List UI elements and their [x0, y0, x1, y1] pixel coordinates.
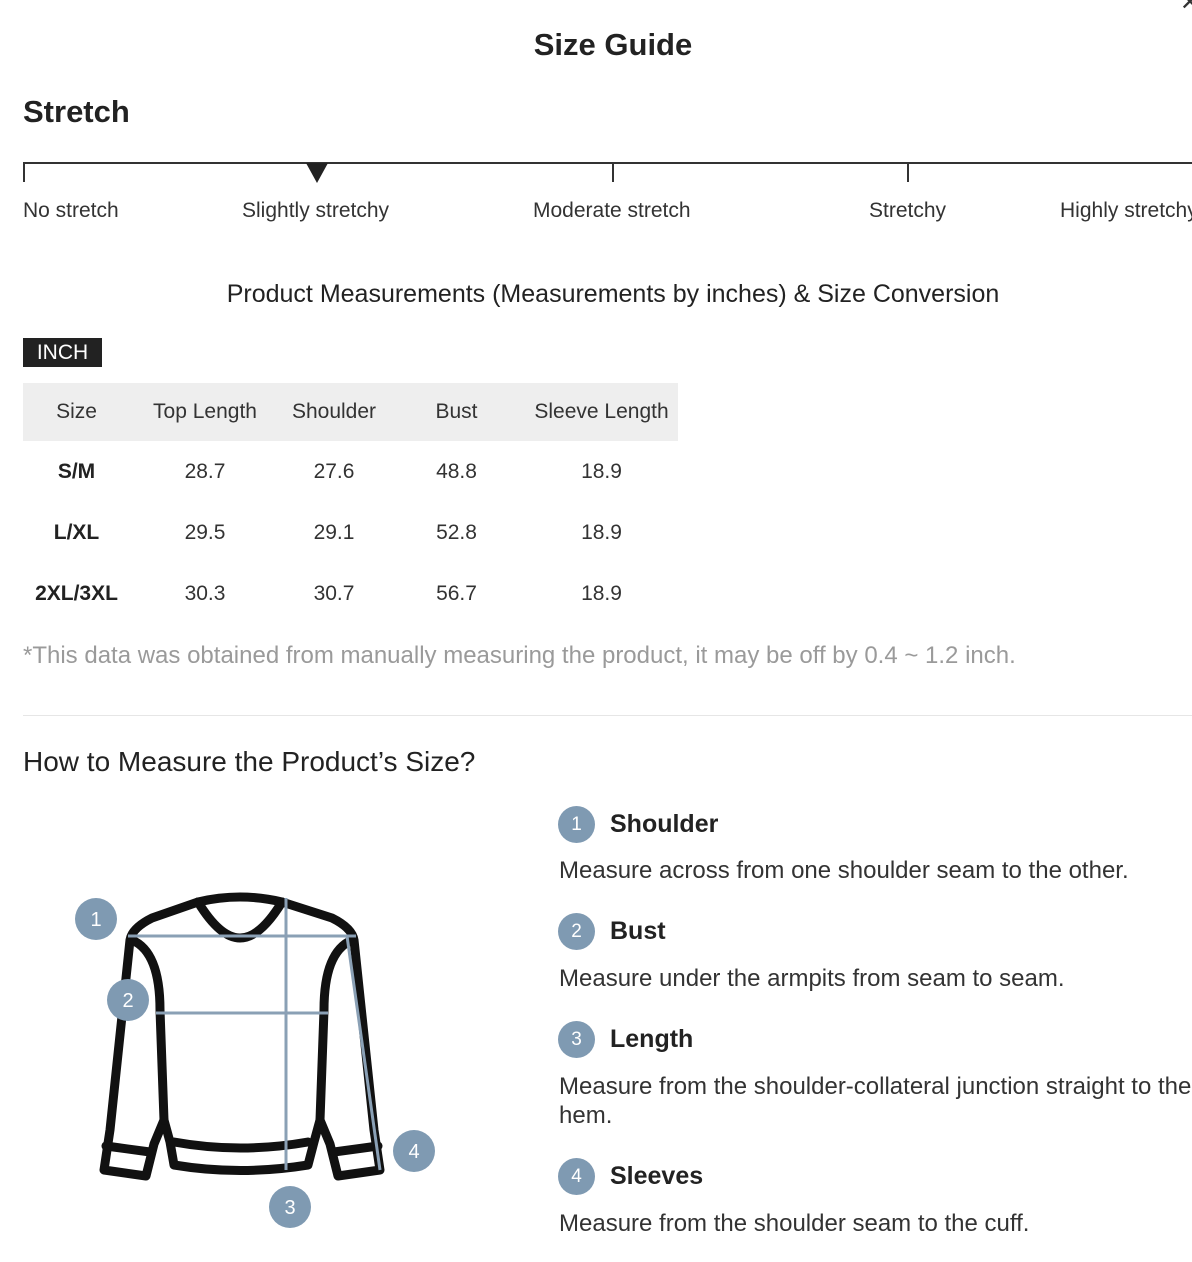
diagram-number-2: 2 [122, 990, 133, 1012]
column-header-bust: Bust [388, 383, 525, 441]
column-header-top-length: Top Length [130, 383, 280, 441]
stretch-tick [612, 162, 614, 182]
step-number-1: 1 [558, 806, 595, 843]
diagram-number-1: 1 [90, 909, 101, 931]
top-length-cell: 29.5 [184, 520, 226, 544]
diagram-marker-4: 4 [393, 1130, 435, 1172]
shoulder-cell: 27.6 [313, 459, 355, 483]
unit-tab-inch[interactable]: INCH [23, 338, 102, 367]
size-cell: L/XL [53, 520, 100, 544]
top-length-cell: 30.3 [184, 581, 226, 605]
shoulder-cell: 30.7 [313, 581, 355, 605]
sweater-outline-icon [99, 892, 385, 1181]
stretch-label-moderate-stretch: Moderate stretch [533, 199, 691, 222]
sleeve-length-cell: 18.9 [581, 581, 622, 605]
diagram-marker-1: 1 [75, 898, 117, 940]
stretch-label-highly-stretchy: Highly stretchy [1060, 199, 1192, 222]
stretch-tick [907, 162, 909, 182]
step-number-4: 4 [558, 1158, 595, 1195]
step-title-length: Length [610, 1025, 694, 1053]
sleeve-guide-line [345, 935, 382, 1171]
column-header-shoulder: Shoulder [280, 383, 388, 441]
shoulder-cell: 29.1 [313, 520, 355, 544]
measurements-heading: Product Measurements (Measurements by in… [226, 280, 1000, 308]
sleeve-length-cell: 18.9 [581, 459, 622, 483]
table-row: L/XL 29.5 29.1 52.8 18.9 [23, 502, 678, 563]
step-desc-sleeves: Measure from the shoulder seam to the cu… [559, 1210, 1030, 1237]
stretch-tick [23, 162, 25, 182]
column-header-size: Size [23, 383, 130, 441]
diagram-marker-3: 3 [269, 1186, 311, 1228]
bust-cell: 48.8 [436, 459, 477, 483]
table-header-row: Size Top Length Shoulder Bust Sleeve Len… [23, 383, 678, 441]
column-header-sleeve-length: Sleeve Length [525, 383, 678, 441]
step-title-sleeves: Sleeves [610, 1162, 704, 1190]
step-desc-shoulder: Measure across from one shoulder seam to… [559, 857, 1129, 884]
step-number-2: 2 [558, 913, 595, 950]
bust-cell: 56.7 [436, 581, 477, 605]
size-cell: S/M [57, 459, 96, 483]
stretch-label-no-stretch: No stretch [23, 199, 119, 222]
sweater-diagram: 1 2 3 4 [75, 892, 435, 1228]
diagram-number-4: 4 [408, 1141, 419, 1163]
size-cell: 2XL/3XL [35, 581, 118, 605]
close-icon[interactable]: ✕ [1180, 0, 1192, 17]
stretch-label-slightly-stretchy: Slightly stretchy [242, 199, 390, 222]
diagram-marker-2: 2 [107, 979, 149, 1021]
measurement-disclaimer: *This data was obtained from manually me… [23, 642, 1016, 669]
stretch-label-stretchy: Stretchy [869, 199, 947, 222]
table-row: S/M 28.7 27.6 48.8 18.9 [23, 441, 678, 502]
modal-title: Size Guide [533, 27, 693, 62]
top-length-cell: 28.7 [184, 459, 226, 483]
stretch-heading: Stretch [23, 94, 130, 129]
stretch-selected-marker-icon [306, 163, 328, 183]
step-title-shoulder: Shoulder [610, 810, 719, 838]
step-number-3: 3 [558, 1021, 595, 1058]
how-to-measure-heading: How to Measure the Product’s Size? [23, 746, 476, 777]
stretch-scale-line [23, 162, 1192, 164]
step-title-bust: Bust [610, 917, 666, 945]
step-desc-length: Measure from the shoulder-collateral jun… [559, 1073, 1192, 1129]
sleeve-length-cell: 18.9 [581, 520, 622, 544]
size-table: Size Top Length Shoulder Bust Sleeve Len… [23, 383, 678, 624]
bust-cell: 52.8 [436, 520, 477, 544]
table-row: 2XL/3XL 30.3 30.7 56.7 18.9 [23, 563, 678, 624]
step-desc-bust: Measure under the armpits from seam to s… [559, 965, 1065, 992]
section-divider [23, 715, 1192, 716]
diagram-number-3: 3 [284, 1197, 295, 1219]
